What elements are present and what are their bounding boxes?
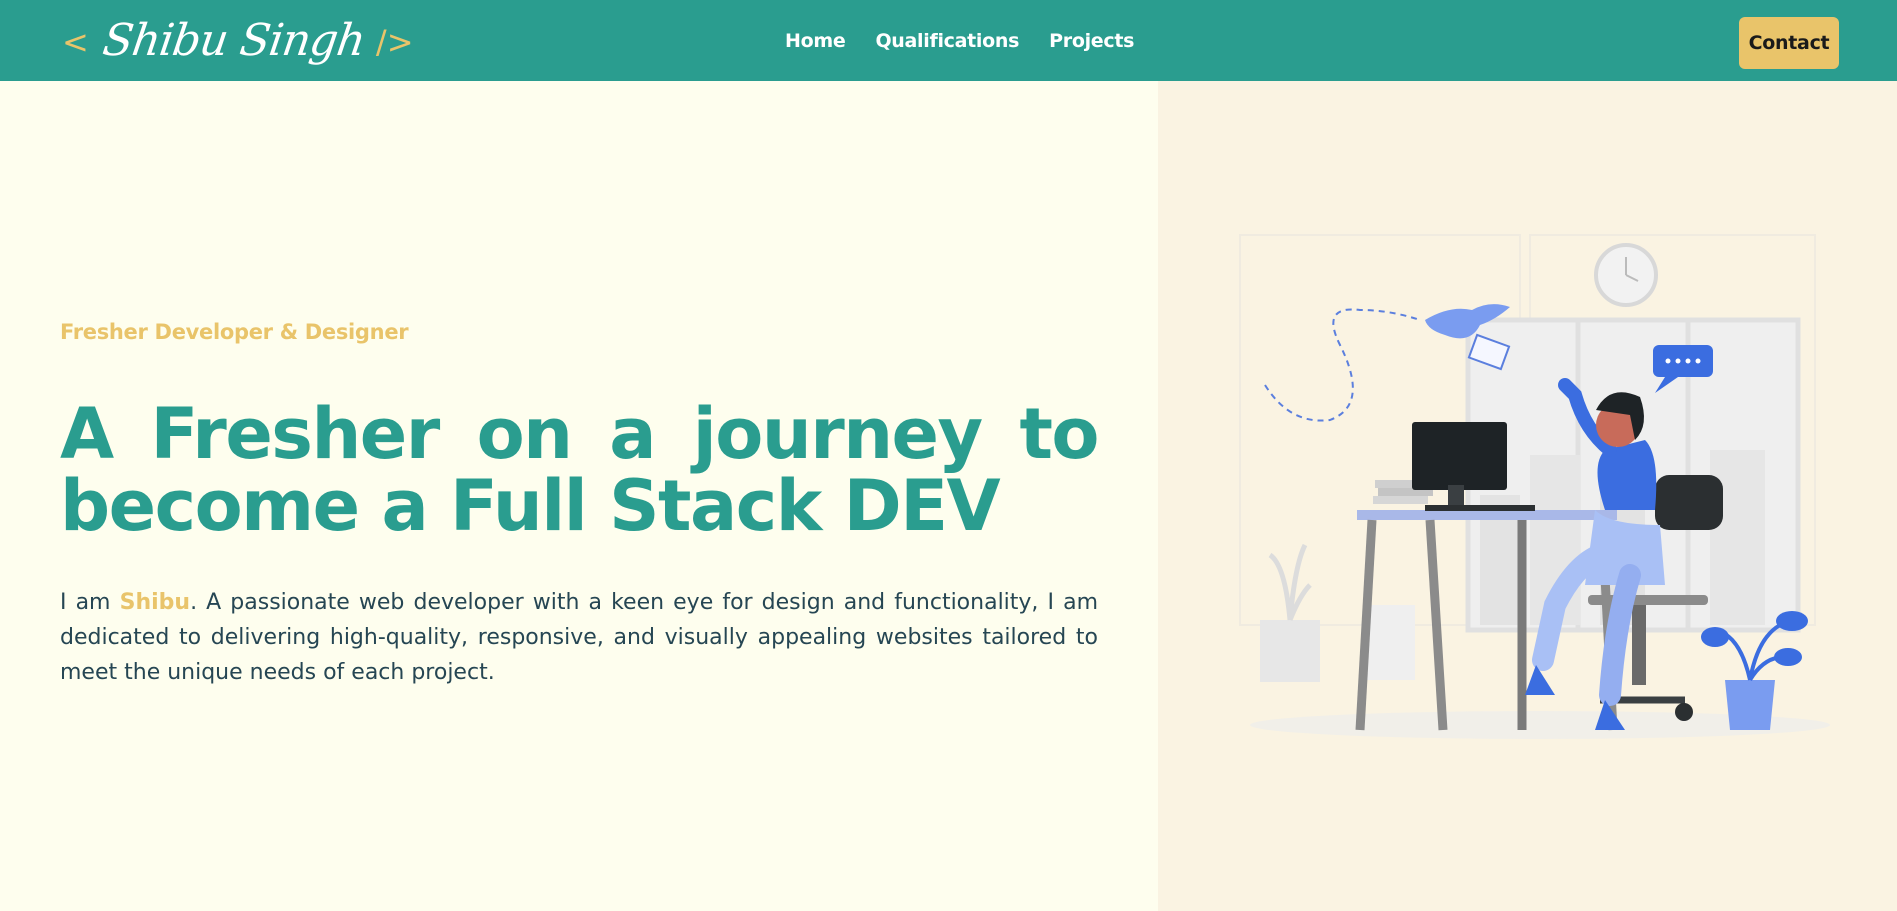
intro-rest: . A passionate web developer with a keen… <box>60 590 1099 685</box>
monitor-icon <box>1412 422 1507 490</box>
logo-open-bracket: < <box>62 23 89 61</box>
hero-tagline: Fresher Developer & Designer <box>60 320 409 344</box>
hero-headline: A Fresher on a journey to become a Full … <box>60 393 1100 547</box>
logo-signature: Shibu Singh <box>99 14 368 66</box>
desk-top <box>1357 510 1617 520</box>
plant-pot-right <box>1725 680 1775 730</box>
site-logo[interactable]: < Shibu Singh /> <box>62 10 414 74</box>
intro-prefix: I am <box>60 590 120 615</box>
nav-link-qualifications[interactable]: Qualifications <box>875 30 1019 52</box>
plant-pot-left <box>1260 620 1320 682</box>
intro-name: Shibu <box>119 590 191 615</box>
nav-link-home[interactable]: Home <box>785 30 846 52</box>
logo-close-bracket: /> <box>375 23 414 61</box>
hero-description: I am Shibu. A passionate web developer w… <box>60 585 1098 690</box>
flight-path <box>1264 308 1421 422</box>
navbar: < Shibu Singh /> Home Qualifications Pro… <box>0 0 1897 81</box>
nav-link-projects[interactable]: Projects <box>1049 30 1134 52</box>
office-chair <box>1655 475 1723 530</box>
chat-bubble-icon <box>1653 345 1713 377</box>
nav-links: Home Qualifications Projects <box>785 30 1134 52</box>
office-worker-illustration <box>1239 234 1830 739</box>
contact-button[interactable]: Contact <box>1739 17 1839 69</box>
